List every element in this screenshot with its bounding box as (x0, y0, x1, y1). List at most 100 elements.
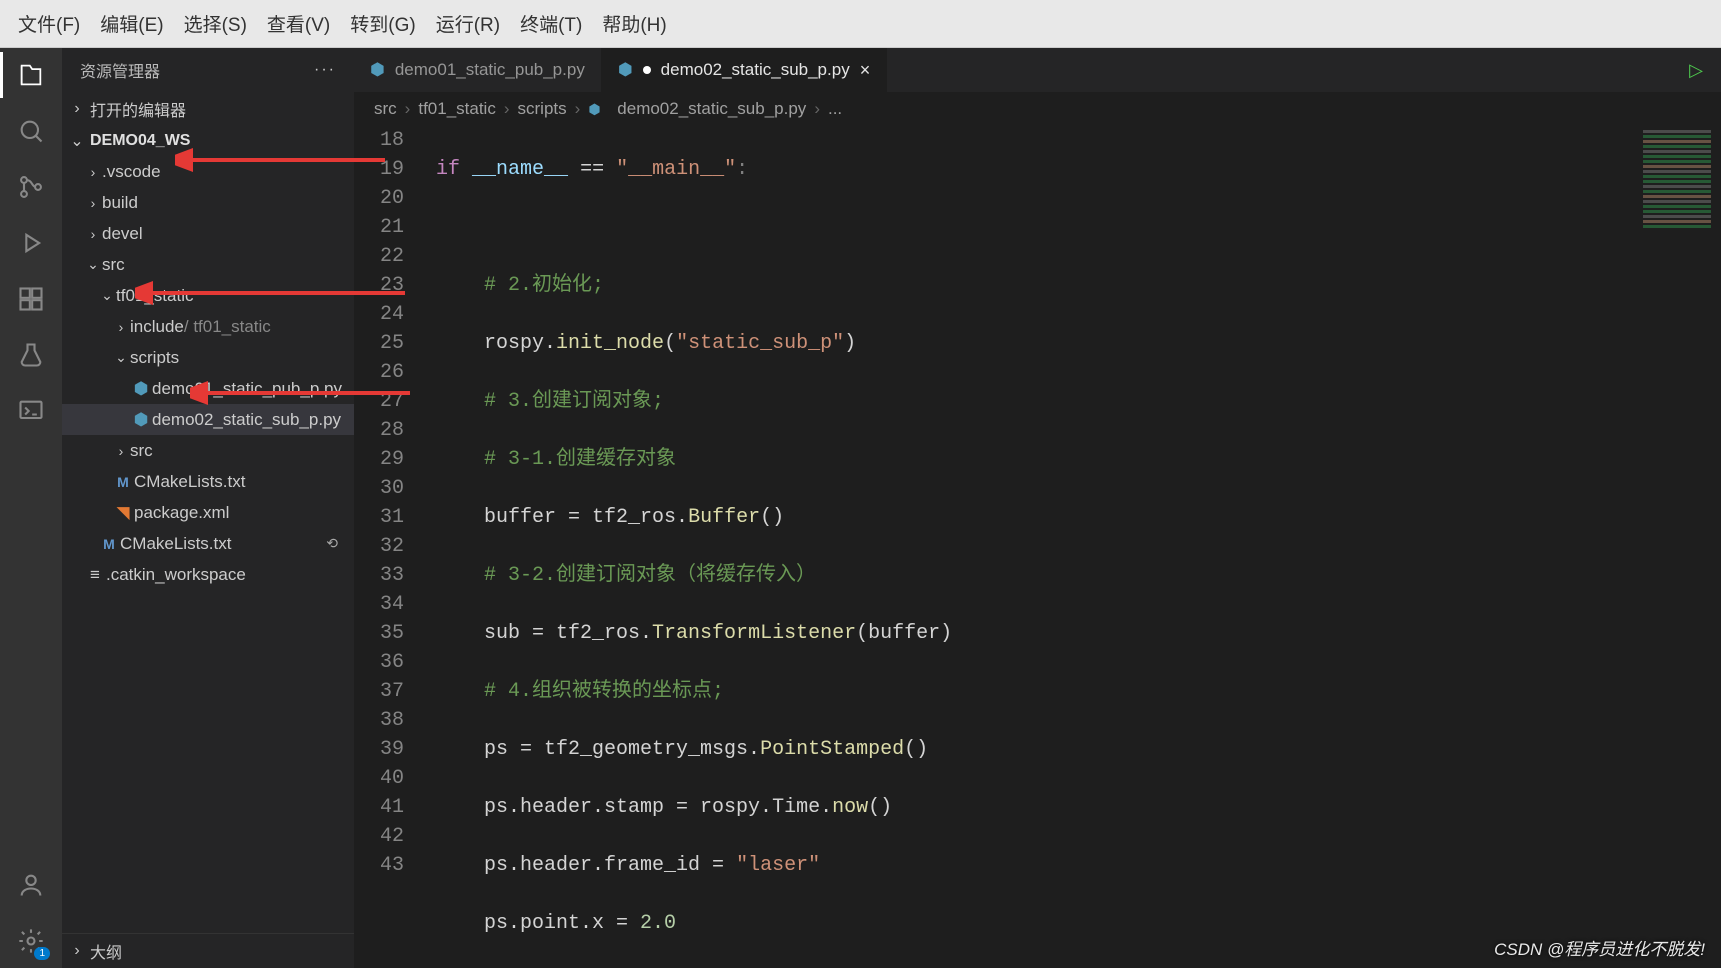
folder-label: src (130, 441, 153, 461)
generic-file-icon: ≡ (84, 565, 106, 585)
chevron-down-icon: ⌄ (84, 256, 102, 273)
explorer-sidebar: 资源管理器 ··· › 打开的编辑器 ⌄ DEMO04_WS ›.vscode … (62, 48, 354, 968)
explorer-icon[interactable] (16, 60, 46, 90)
folder-path: / tf01_static (184, 317, 271, 337)
folder-build[interactable]: ›build (62, 187, 354, 218)
file-label: demo01_static_pub_p.py (152, 379, 342, 399)
file-catkin[interactable]: ≡.catkin_workspace (62, 559, 354, 590)
chevron-right-icon: › (70, 100, 84, 118)
chevron-right-icon: › (84, 226, 102, 242)
refresh-icon[interactable]: ⟲ (326, 535, 338, 552)
tab-demo02[interactable]: ⬢ demo02_static_sub_p.py × (602, 48, 887, 92)
code-editor[interactable]: 1819202122232425262728293031323334353637… (354, 126, 1721, 968)
folder-vscode[interactable]: ›.vscode (62, 156, 354, 187)
tab-label: demo02_static_sub_p.py (661, 60, 850, 80)
file-label: CMakeLists.txt (120, 534, 231, 554)
file-cmake2[interactable]: MCMakeLists.txt ⟲ (62, 528, 354, 559)
menu-edit[interactable]: 编辑(E) (90, 6, 173, 41)
file-label: CMakeLists.txt (134, 472, 245, 492)
editor-area: ⬢ demo01_static_pub_p.py ⬢ demo02_static… (354, 48, 1721, 968)
folder-include[interactable]: ›include / tf01_static (62, 311, 354, 342)
folder-label: tf01_static (116, 286, 194, 306)
sidebar-title: 资源管理器 (80, 58, 160, 82)
chevron-right-icon: › (70, 942, 84, 960)
source-control-icon[interactable] (16, 172, 46, 202)
menubar: 文件(F) 编辑(E) 选择(S) 查看(V) 转到(G) 运行(R) 终端(T… (0, 0, 1721, 48)
folder-label: build (102, 193, 138, 213)
tab-demo01[interactable]: ⬢ demo01_static_pub_p.py (354, 48, 602, 92)
modified-dot-icon (643, 66, 651, 74)
open-editors-section[interactable]: › 打开的编辑器 (62, 92, 354, 126)
section-label: 大纲 (90, 939, 122, 963)
file-label: package.xml (134, 503, 229, 523)
workspace-name: DEMO04_WS (90, 132, 190, 150)
search-icon[interactable] (16, 116, 46, 146)
chevron-right-icon: › (84, 195, 102, 211)
crumb-scripts[interactable]: scripts (518, 99, 567, 119)
file-tree: ›.vscode ›build ›devel ⌄src ⌄tf01_static… (62, 156, 354, 933)
folder-tf01-static[interactable]: ⌄tf01_static (62, 280, 354, 311)
chevron-right-icon: › (112, 443, 130, 459)
accounts-icon[interactable] (16, 870, 46, 900)
crumb-tf01[interactable]: tf01_static (418, 99, 496, 119)
python-file-icon: ⬢ (130, 410, 152, 430)
folder-label: scripts (130, 348, 179, 368)
debug-icon[interactable] (16, 228, 46, 258)
file-cmake1[interactable]: MCMakeLists.txt (62, 466, 354, 497)
xml-file-icon: ◥ (112, 503, 134, 523)
python-file-icon: ⬢ (370, 60, 385, 80)
tab-label: demo01_static_pub_p.py (395, 60, 585, 80)
file-label: .catkin_workspace (106, 565, 246, 585)
remote-icon[interactable] (16, 396, 46, 426)
watermark: CSDN @程序员进化不脱发! (1494, 935, 1705, 960)
cmake-file-icon: M (98, 536, 120, 552)
activity-bar: 1 (0, 48, 62, 968)
code-content[interactable]: if __name__ == "__main__": # 2.初始化; rosp… (430, 126, 1721, 968)
chevron-right-icon: › (112, 319, 130, 335)
menu-goto[interactable]: 转到(G) (340, 6, 425, 41)
folder-label: devel (102, 224, 143, 244)
minimap[interactable] (1637, 128, 1717, 328)
close-icon[interactable]: × (860, 60, 871, 81)
outline-section[interactable]: › 大纲 (62, 933, 354, 968)
update-badge: 1 (34, 947, 50, 960)
menu-terminal[interactable]: 终端(T) (510, 6, 592, 41)
python-file-icon: ⬢ (130, 379, 152, 399)
sidebar-more-icon[interactable]: ··· (314, 61, 336, 79)
folder-devel[interactable]: ›devel (62, 218, 354, 249)
menu-run[interactable]: 运行(R) (426, 6, 510, 41)
folder-scripts[interactable]: ⌄scripts (62, 342, 354, 373)
breadcrumbs[interactable]: src› tf01_static› scripts› ⬢ demo02_stat… (354, 92, 1721, 126)
folder-inner-src[interactable]: ›src (62, 435, 354, 466)
file-label: demo02_static_sub_p.py (152, 410, 341, 430)
menu-select[interactable]: 选择(S) (174, 6, 257, 41)
chevron-down-icon: ⌄ (70, 131, 84, 151)
chevron-right-icon: › (84, 164, 102, 180)
python-file-icon: ⬢ (618, 60, 633, 80)
folder-label: .vscode (102, 162, 161, 182)
menu-file[interactable]: 文件(F) (8, 6, 90, 41)
menu-help[interactable]: 帮助(H) (592, 6, 676, 41)
file-demo01[interactable]: ⬢demo01_static_pub_p.py (62, 373, 354, 404)
chevron-down-icon: ⌄ (112, 349, 130, 366)
cmake-file-icon: M (112, 474, 134, 490)
workspace-section[interactable]: ⌄ DEMO04_WS (62, 126, 354, 156)
folder-label: src (102, 255, 125, 275)
crumb-file[interactable]: ⬢ demo02_static_sub_p.py (588, 99, 806, 119)
section-label: 打开的编辑器 (90, 97, 186, 121)
crumb-more[interactable]: ... (828, 99, 842, 119)
file-demo02[interactable]: ⬢demo02_static_sub_p.py (62, 404, 354, 435)
python-file-icon: ⬢ (588, 101, 600, 118)
line-numbers: 1819202122232425262728293031323334353637… (354, 126, 430, 968)
menu-view[interactable]: 查看(V) (257, 6, 340, 41)
extensions-icon[interactable] (16, 284, 46, 314)
folder-label: include (130, 317, 184, 337)
file-package[interactable]: ◥package.xml (62, 497, 354, 528)
settings-gear-icon[interactable]: 1 (16, 926, 46, 956)
chevron-down-icon: ⌄ (98, 287, 116, 304)
tab-bar: ⬢ demo01_static_pub_p.py ⬢ demo02_static… (354, 48, 1721, 92)
folder-src[interactable]: ⌄src (62, 249, 354, 280)
crumb-src[interactable]: src (374, 99, 397, 119)
testing-icon[interactable] (16, 340, 46, 370)
run-button-icon[interactable]: ▷ (1689, 60, 1703, 81)
